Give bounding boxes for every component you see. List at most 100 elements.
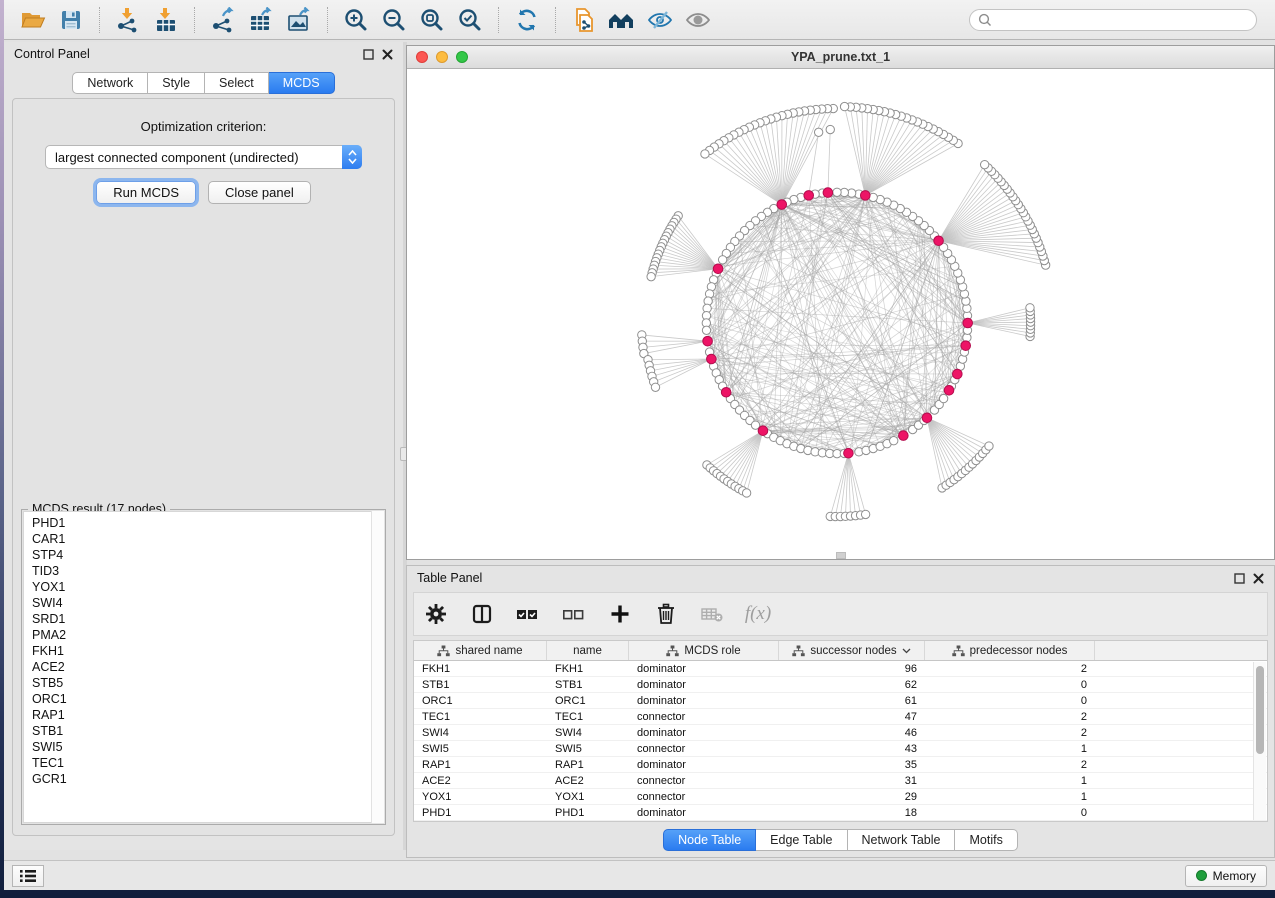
leaf-node[interactable] (861, 510, 869, 518)
table-cell[interactable]: ORC1 (414, 695, 547, 707)
table-cell[interactable]: 29 (779, 791, 925, 803)
mcds-hub-node[interactable] (721, 387, 731, 397)
mcds-result-item[interactable]: ACE2 (24, 659, 383, 675)
table-cell[interactable]: 35 (779, 759, 925, 771)
mcds-result-item[interactable]: SWI5 (24, 739, 383, 755)
copy-style-button[interactable] (568, 5, 600, 35)
table-cell[interactable]: 0 (925, 807, 1095, 819)
mcds-result-item[interactable]: YOX1 (24, 579, 383, 595)
mcds-hub-node[interactable] (922, 413, 932, 423)
table-scrollbar[interactable] (1253, 662, 1266, 820)
mcds-hub-node[interactable] (899, 431, 909, 441)
table-cell[interactable]: YOX1 (414, 791, 547, 803)
table-cell[interactable]: connector (629, 711, 779, 723)
table-cell[interactable]: SWI5 (414, 743, 547, 755)
leaf-node[interactable] (742, 489, 750, 497)
create-column-button[interactable] (606, 599, 634, 629)
mcds-result-item[interactable]: STP4 (24, 547, 383, 563)
mcds-result-item[interactable]: CAR1 (24, 531, 383, 547)
table-cell[interactable]: 43 (779, 743, 925, 755)
mcds-hub-node[interactable] (934, 236, 944, 246)
mcds-result-item[interactable]: RAP1 (24, 707, 383, 723)
save-session-button[interactable] (55, 5, 87, 35)
table-cell[interactable]: RAP1 (547, 759, 629, 771)
mcds-hub-node[interactable] (961, 341, 971, 351)
table-cell[interactable]: dominator (629, 727, 779, 739)
leaf-node[interactable] (840, 102, 848, 110)
network-window-titlebar[interactable]: YPA_prune.txt_1 (407, 46, 1274, 69)
network-graph[interactable] (407, 69, 1274, 559)
column-header-MCDS-role[interactable]: MCDS role (629, 641, 779, 660)
table-cell[interactable]: STB1 (414, 679, 547, 691)
zoom-out-button[interactable] (378, 5, 410, 35)
table-cell[interactable]: SWI5 (547, 743, 629, 755)
search-networks-button[interactable] (606, 5, 638, 35)
table-cell[interactable]: RAP1 (414, 759, 547, 771)
table-cell[interactable]: TEC1 (547, 711, 629, 723)
table-cell[interactable]: PHD1 (414, 807, 547, 819)
mcds-hub-node[interactable] (804, 191, 814, 201)
close-panel-button[interactable]: Close panel (208, 181, 311, 204)
leaf-node[interactable] (647, 272, 655, 280)
mcds-result-item[interactable]: TID3 (24, 563, 383, 579)
table-cell[interactable]: 2 (925, 663, 1095, 675)
mcds-result-item[interactable]: ORC1 (24, 691, 383, 707)
column-header-name[interactable]: name (547, 641, 629, 660)
table-cell[interactable]: 62 (779, 679, 925, 691)
ring-node[interactable] (702, 326, 710, 334)
zoom-in-button[interactable] (340, 5, 372, 35)
memory-button[interactable]: Memory (1185, 865, 1267, 887)
mcds-result-item[interactable]: PHD1 (24, 515, 383, 531)
result-list-scrollbar[interactable] (371, 511, 384, 823)
leaf-node[interactable] (701, 150, 709, 158)
table-cell[interactable]: 1 (925, 791, 1095, 803)
table-row[interactable]: SWI4SWI4dominator462 (414, 725, 1267, 741)
ring-node[interactable] (890, 437, 898, 445)
mcds-hub-node[interactable] (861, 191, 871, 201)
float-panel-icon[interactable] (363, 49, 374, 60)
import-network-button[interactable] (112, 5, 144, 35)
table-cell[interactable]: YOX1 (547, 791, 629, 803)
mcds-hub-node[interactable] (953, 369, 963, 379)
table-row[interactable]: TEC1TEC1connector472 (414, 709, 1267, 725)
mcds-result-item[interactable]: STB1 (24, 723, 383, 739)
delete-table-button[interactable] (698, 599, 726, 629)
table-cell[interactable]: 2 (925, 759, 1095, 771)
table-cell[interactable]: 2 (925, 711, 1095, 723)
table-cell[interactable]: SWI4 (547, 727, 629, 739)
column-header-shared-name[interactable]: shared name (414, 641, 547, 660)
table-settings-button[interactable] (422, 599, 450, 629)
table-cell[interactable]: STB1 (547, 679, 629, 691)
deselect-all-columns-button[interactable] (560, 599, 588, 629)
leaf-node[interactable] (985, 442, 993, 450)
table-cell[interactable]: 18 (779, 807, 925, 819)
table-cell[interactable]: dominator (629, 759, 779, 771)
ring-node[interactable] (833, 188, 841, 196)
mcds-result-item[interactable]: GCR1 (24, 771, 383, 787)
column-header-predecessor-nodes[interactable]: predecessor nodes (925, 641, 1095, 660)
show-column-panel-button[interactable] (468, 599, 496, 629)
table-cell[interactable]: TEC1 (414, 711, 547, 723)
mcds-result-item[interactable]: PMA2 (24, 627, 383, 643)
table-cell[interactable]: dominator (629, 695, 779, 707)
table-cell[interactable]: ACE2 (547, 775, 629, 787)
table-cell[interactable]: ACE2 (414, 775, 547, 787)
table-cell[interactable]: PHD1 (547, 807, 629, 819)
function-builder-button[interactable]: f(x) (744, 599, 772, 629)
criterion-dropdown[interactable]: largest connected component (undirected) (45, 145, 362, 169)
hide-selected-button[interactable] (644, 5, 676, 35)
zoom-selected-button[interactable] (454, 5, 486, 35)
leaf-node[interactable] (651, 383, 659, 391)
mcds-result-list[interactable]: PHD1CAR1STP4TID3YOX1SWI4SRD1PMA2FKH1ACE2… (23, 511, 384, 823)
mcds-hub-node[interactable] (713, 264, 723, 274)
table-cell[interactable]: 47 (779, 711, 925, 723)
show-log-button[interactable] (12, 865, 44, 887)
open-file-button[interactable] (17, 5, 49, 35)
tab-node-table[interactable]: Node Table (663, 829, 756, 851)
mcds-hub-node[interactable] (703, 336, 713, 346)
close-panel-icon[interactable] (1253, 573, 1264, 584)
table-cell[interactable]: 1 (925, 743, 1095, 755)
network-canvas[interactable] (407, 69, 1274, 559)
tab-mcds[interactable]: MCDS (269, 72, 335, 94)
mcds-result-item[interactable]: TEC1 (24, 755, 383, 771)
